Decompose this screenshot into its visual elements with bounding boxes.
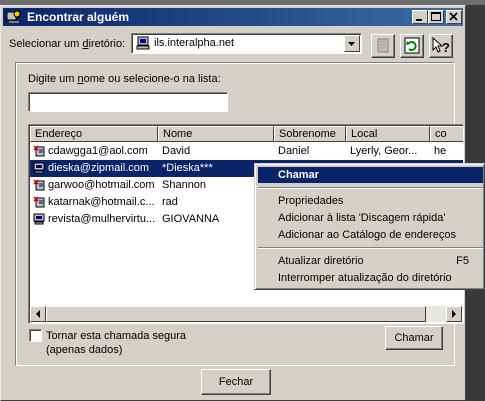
horizontal-scrollbar[interactable] — [30, 306, 462, 322]
row-address: garwoo@hotmail.com — [48, 179, 155, 191]
menu-item-add-address-book[interactable]: Adicionar ao Catálogo de endereços — [258, 227, 483, 243]
scroll-thumb[interactable] — [46, 306, 426, 322]
scroll-left-button[interactable] — [30, 306, 46, 322]
maximize-button[interactable] — [428, 10, 444, 24]
menu-item-properties[interactable]: Propriedades — [258, 193, 483, 209]
menu-separator — [258, 187, 483, 189]
help-icon: ? — [432, 36, 450, 55]
directory-value: ils.interalpha.net — [154, 37, 235, 49]
svg-text:?: ? — [442, 40, 450, 55]
row-address: cdawgga1@aol.com — [48, 145, 148, 157]
menu-item-label: Atualizar diretório — [278, 255, 364, 267]
refresh-button[interactable] — [400, 34, 424, 58]
close-icon — [449, 12, 458, 21]
maximize-icon — [431, 12, 441, 21]
row-location: Lyerly, Geor... — [350, 145, 418, 157]
chevron-down-icon — [348, 42, 355, 46]
title-bar[interactable]: Encontrar alguém — [3, 8, 463, 26]
directory-dropdown-button[interactable] — [344, 35, 360, 52]
minimize-button[interactable] — [412, 10, 428, 24]
window-title: Encontrar alguém — [27, 10, 130, 24]
chevron-left-icon — [36, 310, 40, 318]
menu-item-stop-refresh[interactable]: Interromper atualização do diretório — [258, 270, 483, 286]
menu-item-shortcut: F5 — [456, 255, 469, 267]
row-address: katarnak@hotmail.c... — [48, 196, 155, 208]
directory-select[interactable]: ils.interalpha.net — [131, 33, 362, 54]
directory-label: Selecionar um diretório: — [9, 38, 126, 50]
scroll-right-button[interactable] — [446, 306, 462, 322]
search-input[interactable] — [28, 92, 228, 112]
row-surname: Daniel — [278, 145, 310, 157]
person-star-icon — [33, 179, 45, 191]
menu-item-call[interactable]: Chamar — [258, 167, 483, 183]
stop-button[interactable] — [371, 34, 395, 58]
column-header-address[interactable]: Endereço — [30, 126, 158, 142]
refresh-icon — [404, 37, 420, 54]
chevron-right-icon — [452, 310, 456, 318]
menu-item-add-speed-dial[interactable]: Adicionar à lista 'Discagem rápida' — [258, 210, 483, 226]
column-header-surname[interactable]: Sobrenome — [274, 126, 346, 142]
person-star-icon — [33, 145, 45, 157]
document-stop-icon — [377, 38, 389, 53]
list-row[interactable]: cdawgga1@aol.com David Daniel Lyerly, Ge… — [30, 143, 463, 160]
computer-icon — [33, 162, 45, 174]
computer-icon — [33, 213, 45, 225]
column-header-name[interactable]: Nome — [158, 126, 274, 142]
row-name: David — [162, 145, 191, 157]
column-header-location[interactable]: Local — [346, 126, 430, 142]
netmeeting-icon — [6, 10, 21, 23]
context-menu: Chamar Propriedades Adicionar à lista 'D… — [254, 163, 485, 290]
person-star-icon — [33, 196, 45, 208]
close-button[interactable]: Fechar — [201, 369, 271, 395]
row-comments: he — [434, 145, 447, 157]
row-address: dieska@zipmail.com — [48, 162, 150, 174]
call-button[interactable]: Chamar — [385, 326, 443, 350]
secure-call-checkbox[interactable] — [29, 329, 42, 342]
server-icon — [136, 36, 150, 50]
menu-item-refresh-directory[interactable]: Atualizar diretório F5 — [258, 253, 483, 269]
row-address: revista@mulhervirtu... — [48, 213, 156, 225]
column-header-comments[interactable]: co — [430, 126, 463, 142]
close-window-button[interactable] — [446, 10, 462, 24]
menu-separator — [258, 247, 483, 249]
search-label: Digite um nome ou selecione-o na lista: — [28, 73, 221, 85]
help-button[interactable]: ? — [429, 34, 453, 58]
secure-call-label: Tornar esta chamada segura (apenas dados) — [46, 330, 187, 356]
minimize-icon — [416, 19, 422, 21]
